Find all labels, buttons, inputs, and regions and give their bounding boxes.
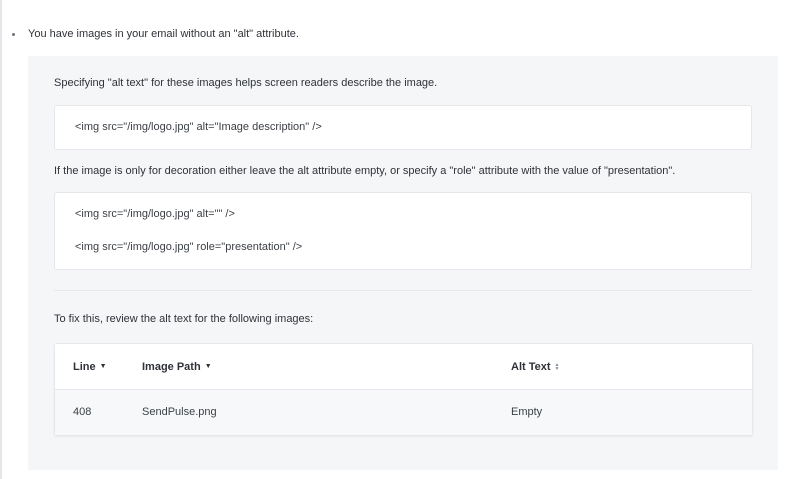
column-header-label: Line (73, 361, 96, 373)
column-header-label: Alt Text (511, 361, 551, 373)
decoration-code-box: <img src="/img/logo.jpg" alt="" /> <img … (54, 192, 752, 270)
cell-alt-text: Empty (511, 406, 543, 418)
issue-text: You have images in your email without an… (28, 28, 299, 40)
column-header-alt-text[interactable]: Alt Text ▲ ▼ (511, 360, 559, 374)
table-header: Line ▼ Image Path ▼ Alt Text ▲ ▼ (55, 344, 752, 390)
sort-down-icon: ▼ (204, 363, 212, 370)
bullet-icon (12, 32, 15, 36)
example-code-line: <img src="/img/logo.jpg" alt="Image desc… (75, 121, 322, 133)
decoration-code-line: <img src="/img/logo.jpg" role="presentat… (75, 241, 303, 253)
decoration-code-line: <img src="/img/logo.jpg" alt="" /> (75, 208, 235, 220)
left-border (0, 0, 2, 479)
column-header-line[interactable]: Line ▼ (73, 360, 107, 374)
table-row: 408 SendPulse.png Empty (55, 390, 752, 435)
example-code-box: <img src="/img/logo.jpg" alt="Image desc… (54, 105, 752, 150)
images-table: Line ▼ Image Path ▼ Alt Text ▲ ▼ 408 Send… (54, 343, 753, 436)
decoration-note: If the image is only for decoration eith… (54, 165, 676, 177)
cell-image-path: SendPulse.png (142, 406, 217, 418)
cell-line: 408 (73, 406, 92, 418)
sort-down-icon: ▼ (99, 363, 107, 370)
sort-icon: ▲ ▼ (554, 362, 560, 372)
issue-item: You have images in your email without an… (12, 27, 299, 41)
fix-note: To fix this, review the alt text for the… (54, 313, 314, 325)
intro-text: Specifying "alt text" for these images h… (54, 77, 438, 89)
issue-detail-panel: Specifying "alt text" for these images h… (28, 56, 778, 470)
divider (54, 290, 752, 291)
column-header-label: Image Path (142, 361, 201, 373)
column-header-image-path[interactable]: Image Path ▼ (142, 360, 212, 374)
